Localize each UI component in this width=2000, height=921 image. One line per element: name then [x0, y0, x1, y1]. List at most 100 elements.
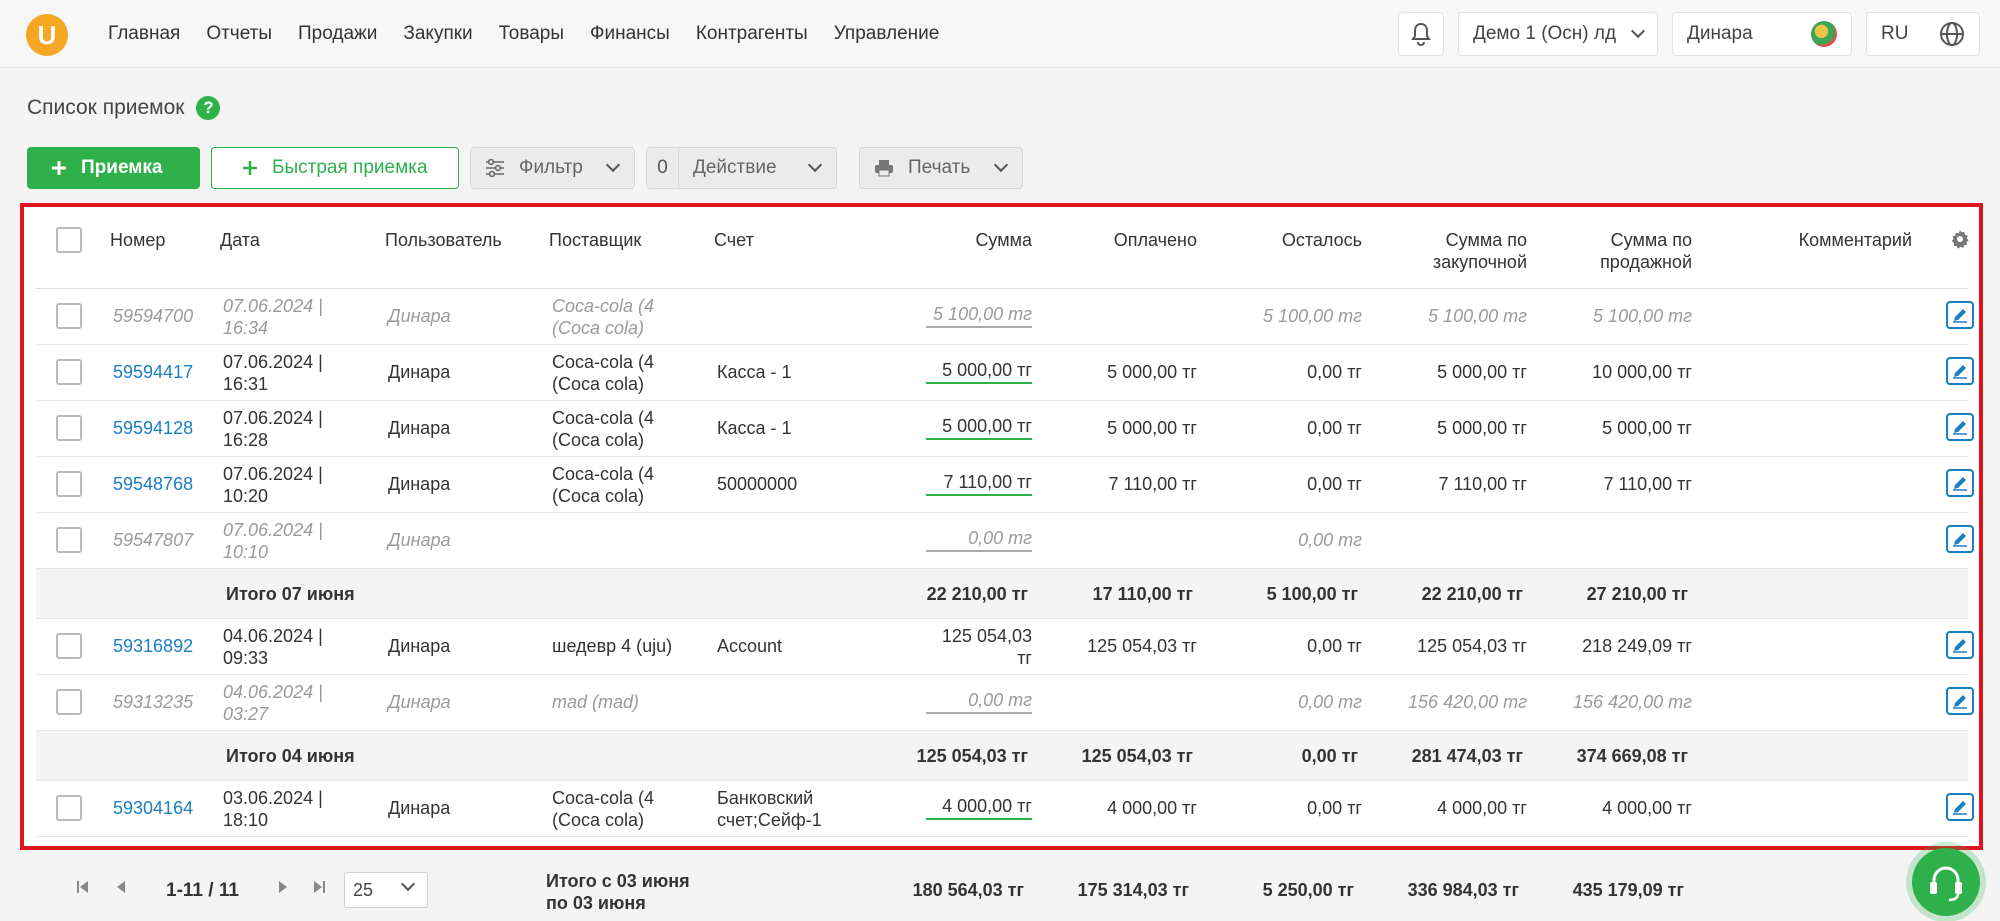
- edit-icon[interactable]: [1946, 631, 1974, 659]
- receipt-number[interactable]: 59304164: [113, 797, 193, 819]
- row-checkbox[interactable]: [56, 303, 82, 329]
- support-chat-button[interactable]: [1912, 848, 1980, 916]
- edit-icon[interactable]: [1946, 413, 1974, 441]
- filter-button[interactable]: Фильтр: [470, 147, 635, 189]
- table-row[interactable]: 59313235 04.06.2024 | 03:27 Динара mad (m…: [36, 675, 1974, 731]
- nav-item-products[interactable]: Товары: [499, 23, 564, 45]
- receipt-sale-sum: 4 000,00 тг: [1602, 798, 1692, 818]
- action-dropdown[interactable]: 0 Действие: [646, 147, 837, 189]
- receipt-sum: 125 054,03 тг: [856, 625, 1032, 669]
- col-sum[interactable]: Сумма: [856, 229, 1032, 251]
- receipts-table-highlight: Номер Дата Пользователь Поставщик Счет С…: [20, 203, 1983, 850]
- per-page-select[interactable]: 25: [344, 872, 428, 908]
- col-left[interactable]: Осталось: [1186, 229, 1362, 251]
- help-icon[interactable]: ?: [196, 96, 221, 120]
- nav-item-sales[interactable]: Продажи: [298, 23, 377, 45]
- subtotal-sum: 125 054,03 тг: [916, 746, 1028, 766]
- edit-icon[interactable]: [1946, 687, 1974, 715]
- col-paid[interactable]: Оплачено: [1021, 229, 1197, 251]
- receipt-sale-sum: 218 249,09 тг: [1582, 636, 1692, 656]
- col-number[interactable]: Номер: [110, 229, 165, 251]
- col-user[interactable]: Пользователь: [385, 229, 502, 251]
- supplier-line: (Coca cola): [552, 430, 645, 450]
- receipt-number[interactable]: 59594417: [113, 361, 193, 383]
- table-row[interactable]: 59548768 07.06.2024 | 10:20 Динара Coca-c…: [36, 457, 1974, 513]
- edit-icon[interactable]: [1946, 301, 1974, 329]
- first-page-icon[interactable]: [76, 880, 90, 894]
- row-checkbox[interactable]: [56, 471, 82, 497]
- grand-total-paid: 175 314,03 тг: [1077, 880, 1189, 900]
- add-receipt-button[interactable]: Приемка: [27, 147, 200, 189]
- row-checkbox[interactable]: [56, 527, 82, 553]
- print-button[interactable]: Печать: [859, 147, 1023, 189]
- receipt-number[interactable]: 59594128: [113, 417, 193, 439]
- edit-icon[interactable]: [1946, 357, 1974, 385]
- receipt-supplier: Coca-cola (4 (Coca cola): [552, 463, 654, 507]
- receipt-number[interactable]: 59316892: [113, 635, 193, 657]
- receipt-date: 07.06.2024 | 16:28: [223, 407, 323, 451]
- receipt-sale-sum: 156 420,00 тг: [1573, 692, 1692, 712]
- table-header: Номер Дата Пользователь Поставщик Счет С…: [36, 207, 1970, 289]
- company-select[interactable]: Демо 1 (Осн) лд: [1458, 12, 1658, 56]
- receipt-left: 0,00 тг: [1307, 418, 1362, 438]
- receipt-supplier: Coca-cola (4 (Coca cola): [552, 351, 654, 395]
- col-sum-purchase[interactable]: Сумма по закупочной: [1351, 229, 1527, 273]
- row-checkbox[interactable]: [56, 689, 82, 715]
- col-date[interactable]: Дата: [220, 229, 260, 251]
- nav-item-management[interactable]: Управление: [834, 23, 940, 45]
- user-menu[interactable]: Динара: [1672, 12, 1852, 56]
- time-line: 16:31: [223, 374, 269, 394]
- col-sum-sale[interactable]: Сумма по продажной: [1516, 229, 1692, 273]
- row-checkbox[interactable]: [56, 415, 82, 441]
- table-row[interactable]: 59594128 07.06.2024 | 16:28 Динара Coca-c…: [36, 401, 1974, 457]
- receipt-paid: 5 000,00 тг: [1107, 362, 1197, 382]
- receipt-user: Динара: [388, 418, 451, 438]
- nav-item-home[interactable]: Главная: [108, 23, 180, 45]
- receipt-date: 07.06.2024 | 10:20: [223, 463, 323, 507]
- table-row[interactable]: 59547807 07.06.2024 | 10:10 Динара 0,00 т…: [36, 513, 1974, 569]
- receipt-purchase-sum: 5 000,00 тг: [1437, 362, 1527, 382]
- receipt-number[interactable]: 59548768: [113, 473, 193, 495]
- nav-item-purchases[interactable]: Закупки: [403, 23, 472, 45]
- quick-receipt-button[interactable]: Быстрая приемка: [211, 147, 459, 189]
- receipt-user: Динара: [388, 362, 451, 382]
- grand-total-sale: 435 179,09 тг: [1572, 880, 1684, 900]
- row-checkbox[interactable]: [56, 633, 82, 659]
- row-checkbox[interactable]: [56, 359, 82, 385]
- notifications-button[interactable]: [1398, 12, 1444, 56]
- table-row[interactable]: 59316892 04.06.2024 | 09:33 Динара шедевр…: [36, 619, 1974, 675]
- edit-icon[interactable]: [1946, 525, 1974, 553]
- nav-item-reports[interactable]: Отчеты: [206, 23, 272, 45]
- date-line: 07.06.2024 |: [223, 464, 323, 484]
- receipt-number[interactable]: 59594700: [113, 305, 193, 327]
- col-supplier[interactable]: Поставщик: [549, 229, 641, 251]
- row-checkbox[interactable]: [56, 795, 82, 821]
- receipt-user: Динара: [388, 636, 451, 656]
- table-footer: 1-11 / 11 25 Итого с 03 июня по 03 июня …: [32, 856, 1732, 921]
- gear-icon[interactable]: [1950, 229, 1970, 249]
- prev-page-icon[interactable]: [114, 880, 128, 894]
- nav-item-counterparties[interactable]: Контрагенты: [696, 23, 808, 45]
- receipt-date: 04.06.2024 | 03:27: [223, 681, 323, 725]
- col-account[interactable]: Счет: [714, 229, 754, 251]
- receipt-number[interactable]: 59547807: [113, 529, 193, 551]
- edit-icon[interactable]: [1946, 469, 1974, 497]
- sum-value: 4 000,00 тг: [926, 795, 1032, 820]
- col-comment[interactable]: Комментарий: [1736, 229, 1912, 251]
- table-row[interactable]: 59594700 07.06.2024 | 16:34 Динара Coca-c…: [36, 289, 1974, 345]
- subtotal-paid: 125 054,03 тг: [1081, 746, 1193, 766]
- select-all-checkbox[interactable]: [56, 227, 82, 253]
- receipt-number[interactable]: 59313235: [113, 691, 193, 713]
- table-row[interactable]: 59304164 03.06.2024 | 18:10 Динара Coca-c…: [36, 781, 1974, 837]
- receipt-supplier: Coca-cola (4 (Coca cola): [552, 407, 654, 451]
- table-row[interactable]: 59594417 07.06.2024 | 16:31 Динара Coca-c…: [36, 345, 1974, 401]
- next-page-icon[interactable]: [276, 880, 290, 894]
- app-logo[interactable]: U: [26, 14, 68, 56]
- receipt-purchase-sum: 5 000,00 тг: [1437, 418, 1527, 438]
- language-select[interactable]: RU: [1866, 12, 1980, 56]
- nav-item-finance[interactable]: Финансы: [590, 23, 670, 45]
- subtotal-left: 5 100,00 тг: [1266, 584, 1358, 604]
- receipt-user: Динара: [388, 474, 451, 494]
- edit-icon[interactable]: [1946, 793, 1974, 821]
- last-page-icon[interactable]: [312, 880, 326, 894]
